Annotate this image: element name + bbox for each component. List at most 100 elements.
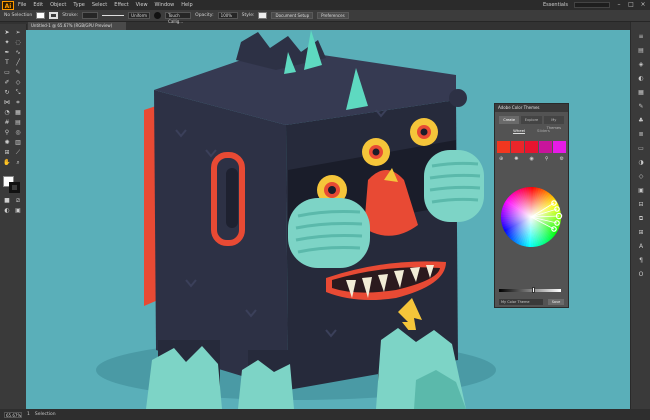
align-panel-icon[interactable]: ⊟ xyxy=(636,200,646,209)
screen-mode-icon[interactable]: ▣ xyxy=(13,206,23,215)
libraries-panel-icon[interactable]: ▤ xyxy=(636,46,646,55)
eyedropper-tool-icon[interactable]: ⚲ xyxy=(2,128,12,137)
opentype-panel-icon[interactable]: O xyxy=(636,270,646,279)
width-tool-icon[interactable]: ⋈ xyxy=(2,98,12,107)
stroke-style-dropdown[interactable]: Uniform xyxy=(128,12,151,19)
color-mode-icon[interactable]: ■ xyxy=(2,196,12,205)
properties-panel-icon[interactable]: ≡ xyxy=(636,32,646,41)
direct-selection-tool-icon[interactable]: ➢ xyxy=(13,28,23,37)
menu-object[interactable]: Object xyxy=(50,2,66,8)
line-tool-icon[interactable]: ╱ xyxy=(13,58,23,67)
symbols-panel-icon[interactable]: ♣ xyxy=(636,116,646,125)
artboard-number[interactable]: 1 xyxy=(27,412,30,417)
transparency-panel-icon[interactable]: ◑ xyxy=(636,158,646,167)
stroke-weight-field[interactable] xyxy=(82,12,99,19)
curvature-tool-icon[interactable]: ∿ xyxy=(13,48,23,57)
stroke-color-swatch[interactable] xyxy=(49,12,59,19)
harmony-icon[interactable]: ✺ xyxy=(514,156,518,163)
style-label: Style: xyxy=(241,13,255,18)
scale-tool-icon[interactable]: ⤡ xyxy=(13,88,23,97)
menu-window[interactable]: Window xyxy=(155,2,175,8)
selection-tool-icon[interactable]: ➤ xyxy=(2,28,12,37)
brushes-panel-icon[interactable]: ✎ xyxy=(636,102,646,111)
pathfinder-panel-icon[interactable]: ⧉ xyxy=(636,214,646,223)
menu-effect[interactable]: Effect xyxy=(114,2,128,8)
menu-type[interactable]: Type xyxy=(73,2,84,8)
theme-swatch[interactable] xyxy=(539,141,552,153)
paragraph-panel-icon[interactable]: ¶ xyxy=(636,256,646,265)
draw-mode-icon[interactable]: ◐ xyxy=(2,206,12,215)
lasso-tool-icon[interactable]: ◌ xyxy=(13,38,23,47)
menu-edit[interactable]: Edit xyxy=(33,2,43,8)
preferences-button[interactable]: Preferences xyxy=(317,12,349,19)
zoom-field[interactable]: 65.67% xyxy=(4,411,22,418)
character-panel-icon[interactable]: A xyxy=(636,242,646,251)
workspace-switcher[interactable]: Essentials xyxy=(543,2,568,8)
graphic-styles-panel-icon[interactable]: ▣ xyxy=(636,186,646,195)
tab-explore[interactable]: Explore xyxy=(521,116,542,124)
document-setup-button[interactable]: Document Setup xyxy=(271,12,314,19)
subtab-wheel[interactable]: Wheel xyxy=(513,128,526,134)
subtab-sliders[interactable]: Sliders xyxy=(537,128,550,134)
pen-tool-icon[interactable]: ✒ xyxy=(2,48,12,57)
theme-swatch[interactable] xyxy=(525,141,538,153)
eraser-tool-icon[interactable]: ◇ xyxy=(13,78,23,87)
color-wheel[interactable] xyxy=(499,185,563,249)
slice-tool-icon[interactable]: ⟋ xyxy=(13,148,23,157)
settings-icon[interactable]: ⚙ xyxy=(560,156,564,163)
gradient-panel-icon[interactable]: ▭ xyxy=(636,144,646,153)
color-panel-icon[interactable]: ◐ xyxy=(636,74,646,83)
brightness-slider[interactable] xyxy=(499,289,561,292)
zoom-tool-icon[interactable]: ⌕ xyxy=(13,158,23,167)
free-transform-tool-icon[interactable]: ⌗ xyxy=(13,98,23,107)
rotate-tool-icon[interactable]: ↻ xyxy=(2,88,12,97)
eyedropper-icon[interactable]: ⚲ xyxy=(545,156,549,163)
stroke-swatch[interactable] xyxy=(9,182,20,193)
artboard-tool-icon[interactable]: ⊞ xyxy=(2,148,12,157)
save-button[interactable]: Save xyxy=(548,298,564,305)
blend-tool-icon[interactable]: ◎ xyxy=(13,128,23,137)
theme-swatch[interactable] xyxy=(497,141,510,153)
menu-file[interactable]: File xyxy=(18,2,26,8)
symbol-sprayer-tool-icon[interactable]: ✺ xyxy=(2,138,12,147)
mesh-tool-icon[interactable]: # xyxy=(2,118,12,127)
panel-title[interactable]: Adobe Color Themes xyxy=(495,104,568,112)
shaper-tool-icon[interactable]: ✐ xyxy=(2,78,12,87)
perspective-grid-tool-icon[interactable]: ▦ xyxy=(13,108,23,117)
gradient-tool-icon[interactable]: ▤ xyxy=(13,118,23,127)
shape-builder-tool-icon[interactable]: ◔ xyxy=(2,108,12,117)
minimize-icon[interactable]: – xyxy=(616,2,622,8)
transform-panel-icon[interactable]: ⊞ xyxy=(636,228,646,237)
magic-wand-tool-icon[interactable]: ✦ xyxy=(2,38,12,47)
menu-view[interactable]: View xyxy=(136,2,148,8)
paintbrush-tool-icon[interactable]: ✎ xyxy=(13,68,23,77)
tab-my-themes[interactable]: My Themes xyxy=(543,116,564,130)
graphic-style-swatch[interactable] xyxy=(258,12,268,19)
hand-tool-icon[interactable]: ✋ xyxy=(2,158,12,167)
stroke-label[interactable]: Stroke: xyxy=(62,13,78,18)
tab-create[interactable]: Create xyxy=(499,116,520,124)
theme-name-field[interactable]: My Color Theme xyxy=(499,298,543,305)
opacity-field[interactable]: 100% xyxy=(217,12,238,19)
swatches-panel-icon[interactable]: ▦ xyxy=(636,88,646,97)
document-tab[interactable]: Untitled-1 @ 65.67% (RGB/GPU Preview) xyxy=(28,22,126,30)
graph-tool-icon[interactable]: ▥ xyxy=(13,138,23,147)
camera-icon[interactable]: ◉ xyxy=(529,156,533,163)
appearance-panel-icon[interactable]: ◇ xyxy=(636,172,646,181)
menu-help[interactable]: Help xyxy=(181,2,192,8)
menu-select[interactable]: Select xyxy=(92,2,107,8)
fill-color-swatch[interactable] xyxy=(36,12,46,19)
maximize-icon[interactable]: □ xyxy=(628,2,634,8)
none-mode-icon[interactable]: ⧄ xyxy=(13,196,23,205)
layers-panel-icon[interactable]: ◈ xyxy=(636,60,646,69)
stroke-panel-icon[interactable]: ≣ xyxy=(636,130,646,139)
close-icon[interactable]: × xyxy=(640,2,646,8)
theme-swatch[interactable] xyxy=(511,141,524,153)
brush-dropdown[interactable]: Touch Callig... xyxy=(165,12,192,24)
search-stock-input[interactable] xyxy=(574,2,610,8)
brightness-slider-handle[interactable] xyxy=(532,287,536,293)
type-tool-icon[interactable]: T xyxy=(2,58,12,67)
add-to-swatches-icon[interactable]: ⊕ xyxy=(499,156,503,163)
theme-swatch[interactable] xyxy=(553,141,566,153)
rectangle-tool-icon[interactable]: ▭ xyxy=(2,68,12,77)
